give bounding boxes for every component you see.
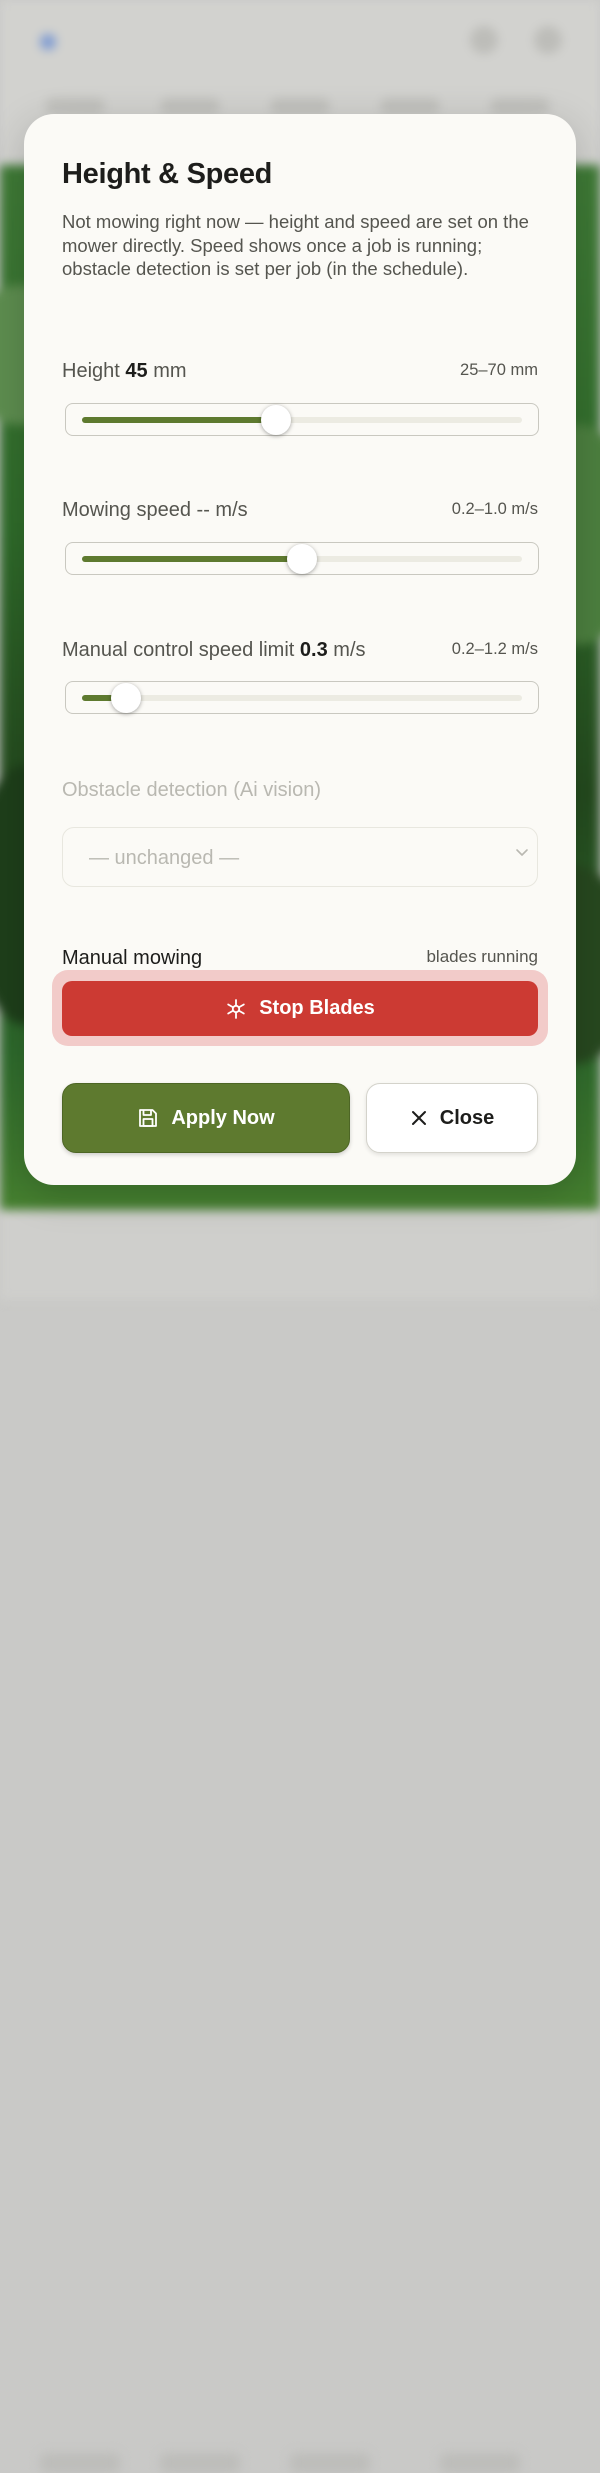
mowing-speed-slider-track[interactable] — [82, 543, 522, 574]
height-range: 25–70 mm — [460, 361, 538, 379]
background-chip — [160, 98, 220, 114]
manual-mowing-label: Manual mowing — [62, 947, 203, 969]
height-label-row: Height 45 mm — [62, 360, 187, 383]
background-chip — [270, 98, 330, 114]
dialog-description: Not mowing right now — height and speed … — [62, 211, 529, 279]
obstacle-detection-label: Obstacle detection (Ai vision) — [62, 779, 322, 801]
stop-blades-button[interactable]: Stop Blades — [62, 981, 538, 1036]
obstacle-detection-selected: — unchanged — — [89, 847, 240, 869]
height-slider-fill — [82, 416, 276, 423]
apply-now-button[interactable]: Apply Now — [62, 1083, 350, 1153]
height-value: 45 — [125, 360, 148, 382]
close-label: Close — [439, 1106, 495, 1129]
save-icon — [139, 1109, 158, 1127]
mowing-speed-unit: m/s — [215, 499, 248, 521]
manual-speed-unit: m/s — [333, 639, 366, 661]
close-button[interactable]: Close — [366, 1083, 538, 1153]
manual-speed-slider-thumb[interactable] — [111, 682, 141, 713]
background-icon — [534, 26, 562, 54]
background-chip — [490, 98, 550, 114]
background-tabbar — [0, 1210, 600, 2473]
background-chip — [380, 98, 440, 114]
dialog-title: Height & Speed — [62, 158, 273, 190]
mowing-speed-value: -- — [196, 499, 210, 521]
mowing-speed-label: Mowing speed — [62, 499, 191, 521]
height-slider-thumb[interactable] — [260, 404, 291, 435]
mowing-speed-slider-fill — [82, 555, 302, 562]
height-label: Height — [62, 360, 120, 382]
height-speed-dialog: Height & Speed Not mowing right now — he… — [24, 114, 576, 1185]
height-slider[interactable] — [65, 403, 539, 436]
manual-speed-slider-track[interactable] — [82, 682, 522, 713]
height-slider-track[interactable] — [82, 404, 522, 435]
close-icon — [411, 1111, 426, 1125]
manual-speed-value: 0.3 — [299, 639, 328, 661]
stop-blades-label: Stop Blades — [259, 997, 375, 1019]
background-icon — [470, 26, 498, 54]
manual-speed-label-row: Manual control speed limit 0.3 m/s — [62, 639, 366, 662]
height-unit: mm — [153, 360, 187, 382]
apply-now-label: Apply Now — [171, 1106, 275, 1129]
mowing-speed-slider[interactable] — [65, 542, 539, 575]
manual-speed-slider[interactable] — [65, 681, 539, 714]
background-chip — [45, 98, 105, 114]
chevron-down-icon — [516, 849, 528, 856]
background-app-title — [40, 28, 64, 54]
mowing-speed-label-row: Mowing speed -- m/s — [62, 499, 248, 522]
asterisk-icon — [227, 998, 245, 1019]
blades-status: blades running — [426, 947, 538, 966]
mowing-speed-slider-thumb[interactable] — [287, 543, 317, 574]
manual-speed-label: Manual control speed limit — [62, 639, 295, 661]
manual-speed-range: 0.2–1.2 m/s — [451, 640, 538, 658]
mowing-speed-range: 0.2–1.0 m/s — [451, 500, 538, 518]
obstacle-detection-select[interactable]: — unchanged — — [62, 827, 538, 887]
